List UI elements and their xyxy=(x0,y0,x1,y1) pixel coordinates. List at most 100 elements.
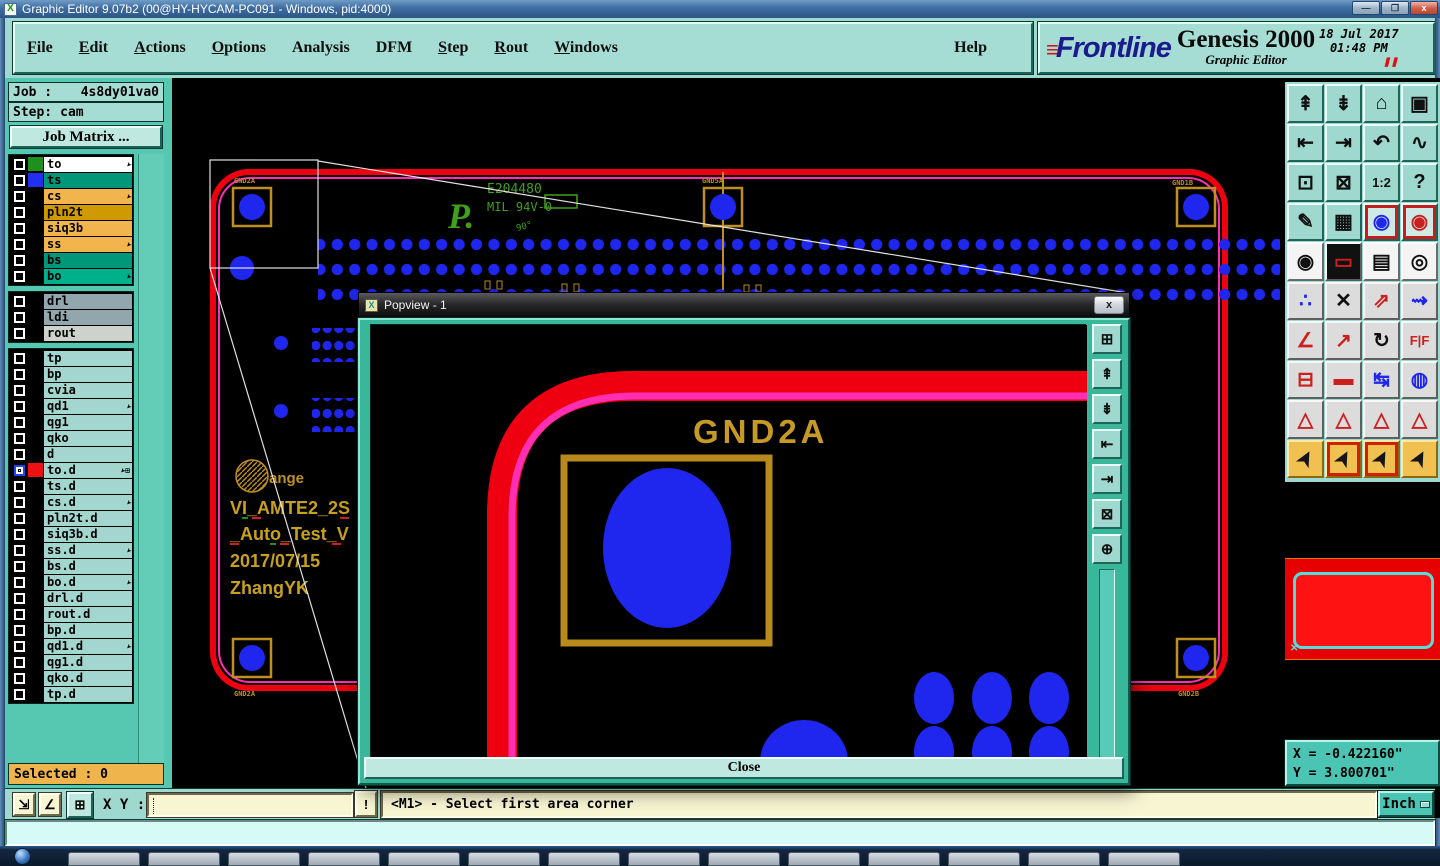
layer-row-qko.d[interactable]: qko.d xyxy=(10,670,132,686)
menu-actions[interactable]: Actions xyxy=(134,39,186,57)
layer-checkbox-ldi[interactable] xyxy=(10,309,28,325)
layer-checkbox-rout[interactable] xyxy=(10,325,28,341)
popview-titlebar[interactable]: X Popview - 1 x xyxy=(358,292,1130,318)
taskbar-button[interactable] xyxy=(468,852,540,866)
layer-checkbox-drl[interactable] xyxy=(10,293,28,309)
layer-checkbox-ts[interactable] xyxy=(10,172,28,188)
popview-close-button[interactable]: Close xyxy=(364,757,1124,779)
tile-windows-xy-button[interactable]: ▣ xyxy=(1401,84,1438,123)
layer-row-qd1[interactable]: qd1 ➤ xyxy=(10,398,133,414)
layer-checkbox-qd1[interactable] xyxy=(10,398,28,414)
layer-color-swatch[interactable] xyxy=(28,527,43,541)
zoom-out-view-button[interactable]: ⇟ xyxy=(1325,84,1362,123)
layer-color-swatch[interactable] xyxy=(28,383,43,397)
help-context-button[interactable]: ? xyxy=(1401,163,1438,202)
layer-row-ss.d[interactable]: ss.d ➤ xyxy=(10,542,133,558)
layer-checkbox-pln2t.d[interactable] xyxy=(10,510,28,526)
layer-row-drl.d[interactable]: drl.d xyxy=(10,590,132,606)
layer-color-swatch[interactable] xyxy=(28,431,43,445)
layer-color-swatch[interactable] xyxy=(28,351,43,365)
layer-checkbox-ss.d[interactable] xyxy=(10,542,28,558)
xy-coordinate-input[interactable] xyxy=(147,793,353,817)
serpentine-route-button[interactable]: ∿ xyxy=(1401,123,1438,162)
taskbar-button[interactable] xyxy=(1028,852,1100,866)
layer-checkbox-drl.d[interactable] xyxy=(10,590,28,606)
grid-setup-button[interactable]: ▦ xyxy=(1325,202,1362,241)
layer-color-swatch[interactable] xyxy=(28,655,43,669)
select-inside-frame-button[interactable]: ➤ xyxy=(1325,439,1362,478)
popview-zoom-out-button[interactable]: ⇟ xyxy=(1092,394,1122,424)
taskbar-button[interactable] xyxy=(1108,852,1180,866)
setup-tools-button[interactable]: ✎ xyxy=(1287,202,1324,241)
feature-info-button[interactable]: ◉ xyxy=(1287,242,1324,281)
zoom-fit-button[interactable]: ⊡ xyxy=(1287,163,1324,202)
popview-pan-left-button[interactable]: ⇤ xyxy=(1092,429,1122,459)
popview-new-window-button[interactable]: ⊞ xyxy=(1092,324,1122,354)
netlist-cross-probe-button[interactable]: ◉ xyxy=(1363,202,1400,241)
taskbar-button[interactable] xyxy=(708,852,780,866)
popview-center-view-button[interactable]: ⊕ xyxy=(1092,534,1122,564)
layer-color-swatch[interactable] xyxy=(28,511,43,525)
layer-checkbox-siq3b.d[interactable] xyxy=(10,526,28,542)
apex-marker-c-button[interactable]: △ xyxy=(1363,400,1400,439)
select-inside-polygon-button[interactable]: ➤ xyxy=(1363,439,1400,478)
layer-row-drl[interactable]: drl xyxy=(10,293,132,309)
layer-row-pln2t[interactable]: pln2t xyxy=(10,204,132,220)
delete-feature-button[interactable]: ✕ xyxy=(1325,281,1362,320)
pause-indicator[interactable]: ❚❚ xyxy=(1319,55,1398,69)
taskbar-button[interactable] xyxy=(308,852,380,866)
layer-checkbox-bo[interactable] xyxy=(10,268,28,284)
layer-checkbox-tp[interactable] xyxy=(10,350,28,366)
menu-step[interactable]: Step xyxy=(438,39,468,57)
layer-row-ts.d[interactable]: ts.d xyxy=(10,478,132,494)
layer-checkbox-bp.d[interactable] xyxy=(10,622,28,638)
layer-color-swatch[interactable] xyxy=(28,623,43,637)
polygon-edit-button[interactable]: ▭ xyxy=(1325,242,1362,281)
add-line-button[interactable]: ↗ xyxy=(1325,321,1362,360)
close-button[interactable]: x xyxy=(1410,1,1438,15)
layer-color-swatch[interactable] xyxy=(28,253,43,267)
window-titlebar[interactable]: X Graphic Editor 9.07b2 (00@HY-HYCAM-PC0… xyxy=(0,0,1440,18)
layer-checkbox-d[interactable] xyxy=(10,446,28,462)
netlist-compare-button[interactable]: ◉ xyxy=(1401,202,1438,241)
layer-color-swatch[interactable] xyxy=(28,575,43,589)
layer-checkbox-to[interactable] xyxy=(10,156,28,172)
pan-right-button[interactable]: ⇥ xyxy=(1325,123,1362,162)
pan-left-button[interactable]: ⇤ xyxy=(1287,123,1324,162)
layer-color-swatch[interactable] xyxy=(28,189,43,203)
layer-checkbox-to.d[interactable] xyxy=(10,462,28,478)
layer-row-ts[interactable]: ts xyxy=(10,172,132,188)
select-cursor-button[interactable]: ➤ xyxy=(1287,439,1324,478)
layer-color-swatch[interactable] xyxy=(28,591,43,605)
layer-row-cvia[interactable]: cvia xyxy=(10,382,132,398)
layer-color-swatch[interactable] xyxy=(28,607,43,621)
layer-color-swatch[interactable] xyxy=(28,269,43,283)
layer-row-bo.d[interactable]: bo.d ➤ xyxy=(10,574,133,590)
minimize-button[interactable]: — xyxy=(1352,1,1380,15)
connect-net-points-button[interactable]: ∴ xyxy=(1287,281,1324,320)
menu-help[interactable]: Help xyxy=(954,39,987,57)
layer-checkbox-bp[interactable] xyxy=(10,366,28,382)
menu-edit[interactable]: Edit xyxy=(79,39,108,57)
move-feature-button[interactable]: ⇝ xyxy=(1401,281,1438,320)
surface-edit-button[interactable]: ◍ xyxy=(1401,360,1438,399)
layer-row-siq3b.d[interactable]: siq3b.d xyxy=(10,526,132,542)
measure-angle-button[interactable]: ∠ xyxy=(1287,321,1324,360)
taskbar-button[interactable] xyxy=(948,852,1020,866)
menu-file[interactable]: File xyxy=(27,39,53,57)
menu-dfm[interactable]: DFM xyxy=(376,39,412,57)
layer-list-scroll-gutter[interactable] xyxy=(138,154,164,774)
zoom-in-view-button[interactable]: ⇞ xyxy=(1287,84,1324,123)
menu-analysis[interactable]: Analysis xyxy=(292,39,350,57)
popview-zoom-fit-button[interactable]: ⊠ xyxy=(1092,499,1122,529)
layer-row-bp.d[interactable]: bp.d xyxy=(10,622,132,638)
layer-checkbox-ts.d[interactable] xyxy=(10,478,28,494)
layer-checkbox-cvia[interactable] xyxy=(10,382,28,398)
layer-color-swatch[interactable] xyxy=(28,671,43,685)
mirror-feature-button[interactable]: F|F xyxy=(1401,321,1438,360)
layer-row-bs.d[interactable]: bs.d xyxy=(10,558,132,574)
zoom-extents-button[interactable]: ⊠ xyxy=(1325,163,1362,202)
taskbar-button[interactable] xyxy=(548,852,620,866)
layer-color-swatch[interactable] xyxy=(28,687,43,701)
pad-select-button[interactable]: ◎ xyxy=(1401,242,1438,281)
